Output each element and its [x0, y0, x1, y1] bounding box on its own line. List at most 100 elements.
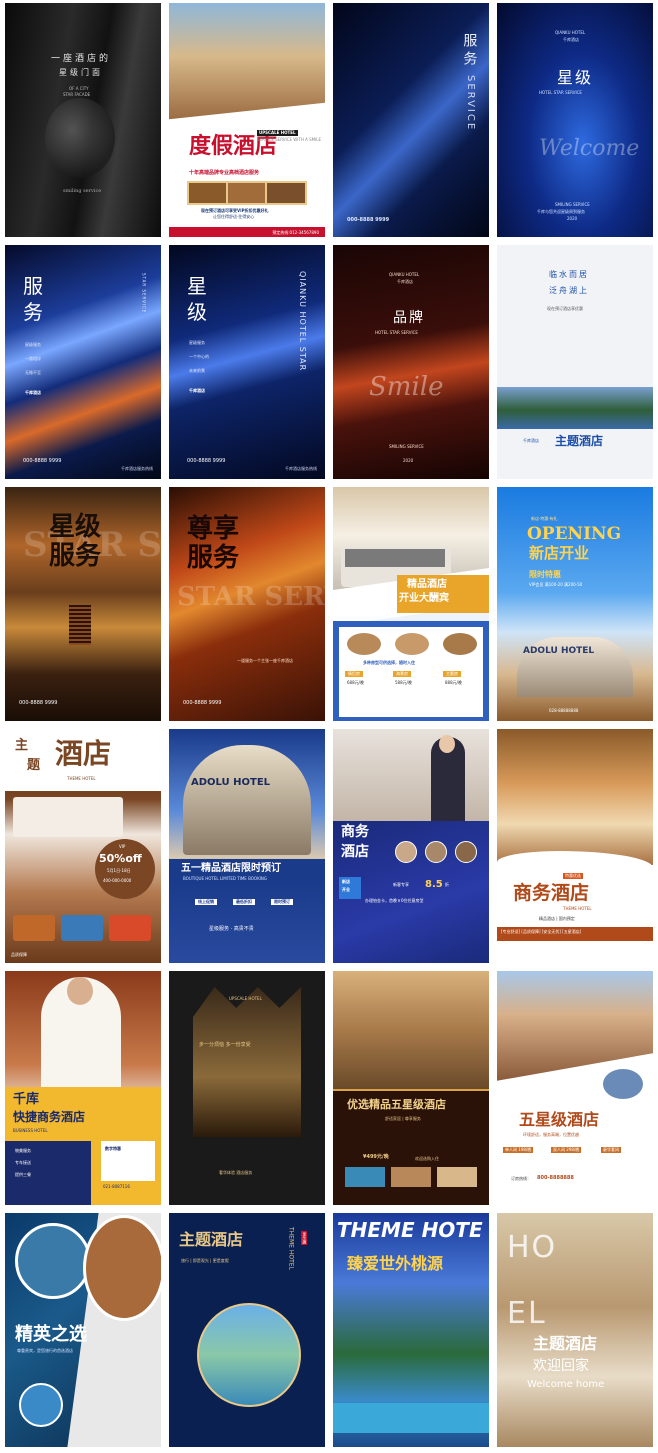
- script-text: Smile: [369, 372, 444, 402]
- script-text: Welcome: [539, 136, 640, 161]
- poster-title-en: BUSINESS HOTEL: [13, 1128, 48, 1133]
- room-price-2: 588元/晚: [395, 680, 412, 685]
- room-price-1: 688元/晚: [347, 680, 364, 685]
- poster-big-en-1: HO: [507, 1230, 558, 1265]
- poster-phone: 预定热线:012-34567890: [272, 229, 319, 235]
- phone-label: 订房热线：: [511, 1176, 531, 1181]
- poster-footer: 奢华体验 酒店服务: [219, 1170, 253, 1175]
- poster-service-navy[interactable]: 服务 SERVICE 000-8888 9999: [333, 3, 489, 237]
- poster-express-business[interactable]: 千库 快捷商务酒店 BUSINESS HOTEL 物美服务 专车接送 提供三餐 …: [5, 971, 161, 1205]
- poster-title: 新店开业: [529, 544, 590, 562]
- poster-title-2: 星级门面: [59, 68, 103, 77]
- poster-lakeside[interactable]: 临水而居 泛舟湖上 现在预订酒店享优惠 主题酒店 千库酒店: [497, 245, 653, 479]
- poster-title: 一座酒店的: [51, 54, 112, 64]
- poster-phone: 000-8888 9999: [187, 458, 226, 464]
- poster-title-en: THEME HOTEL: [287, 1227, 295, 1270]
- poster-line-2: 一个中心的: [189, 354, 209, 359]
- poster-phone: 028-88888888: [549, 708, 579, 713]
- poster-elite-choice[interactable]: 精英之选 尊重贵宾，是您旅行的首选酒店: [5, 1213, 161, 1447]
- poster-subtitle: HOTEL STAR SERVICE: [539, 90, 582, 95]
- poster-footer-en: SMILING SERVICE: [389, 444, 424, 449]
- poster-sub: 限时特惠: [529, 570, 561, 579]
- poster-welcome-home[interactable]: HO EL 主题酒店 欢迎回家 Welcome home: [497, 1213, 653, 1447]
- poster-upscale-dark[interactable]: UPSCALE HOTEL 步一分烦恼 多一份享受 奢华体验 酒店服务: [169, 971, 325, 1205]
- poster-title: 优选精品五星级酒店: [347, 1098, 446, 1111]
- poster-star-service-ink[interactable]: STAR SERVICE 星级服务 000-8888 9999: [5, 487, 161, 721]
- room-thumbnails: [345, 1167, 477, 1187]
- poster-service-streaks[interactable]: 服务 STAR SERVICE 星级服务 一路相伴 无微不至 千库酒店 000-…: [5, 245, 161, 479]
- poster-title: 星级: [557, 68, 594, 87]
- poster-slogan: 十年高端品牌专业高档酒店服务: [189, 170, 260, 176]
- pool-circle: [601, 1067, 645, 1101]
- hotel-sign: ADOLU HOTEL: [523, 646, 595, 656]
- poster-paradise-theme[interactable]: THEME HOTE 臻爱世外桃源: [333, 1213, 489, 1447]
- poster-brand: 千库酒店: [563, 37, 579, 42]
- poster-brand-en: QIANKU HOTEL: [389, 272, 420, 277]
- poster-tag: 享乐趣: [301, 1231, 308, 1245]
- poster-line-3: 未来前景: [189, 368, 205, 373]
- abstract-shape: [45, 98, 115, 178]
- poster-title: 临水而居: [549, 270, 589, 279]
- poster-new-opening[interactable]: 新店·特惠·有礼 OPENING 新店开业 限时特惠 VIP会员 满100-20…: [497, 487, 653, 721]
- poster-title-2: 泛舟湖上: [549, 286, 589, 295]
- poster-line: 星级服务 · 高贵不贵: [209, 926, 254, 932]
- poster-star-level[interactable]: QIANKU HOTEL 千库酒店 星级 HOTEL STAR SERVICE …: [497, 3, 653, 237]
- poster-phone: 000-8888 9999: [347, 217, 390, 223]
- poster-title-2: 题: [27, 758, 41, 773]
- poster-title: 星级服务: [49, 512, 102, 571]
- staff-thumbnails: [395, 841, 479, 863]
- rooms-title: 多种房型可供选择，随时入住: [363, 660, 415, 665]
- gold-line: [333, 1089, 489, 1091]
- poster-subtitle-2: STAR FACADE: [63, 92, 91, 97]
- poster-footer-en: SMILING SERVICE: [555, 202, 590, 207]
- poster-grid: 一座酒店的 星级门面 OF A CITY STAR FACADE smiling…: [0, 0, 658, 1453]
- poster-title: 商务酒店: [513, 882, 590, 904]
- poster-title-1: 主: [15, 738, 29, 753]
- poster-star-facade[interactable]: 一座酒店的 星级门面 OF A CITY STAR FACADE smiling…: [5, 3, 161, 237]
- poster-five-star-selection[interactable]: 优选精品五星级酒店 舒适家居 | 尊享服务 ¥499元/晚 欢迎选购入住: [333, 971, 489, 1205]
- feature-1: 物美服务: [15, 1148, 31, 1153]
- poster-business-hotel-staff[interactable]: 商务 酒店 新店 开业 新客专享 8.5 折 办理铂金卡，首晚￥0住任意房型: [333, 729, 489, 963]
- tag-button-3: 限时预订: [271, 899, 293, 906]
- poster-may-day-booking[interactable]: ADOLU HOTEL 五一精品酒店限时预订 BOUTIQUE HOTEL LI…: [169, 729, 325, 963]
- poster-theme-hotel-pool[interactable]: 主题酒店 THEME HOTEL 享乐趣 旅行 | 即是观光 | 更是度假: [169, 1213, 325, 1447]
- poster-business-hotel-room[interactable]: 特惠优选 商务酒店 THEME HOTEL 精品酒店 | 国内预定 [专业舒适]…: [497, 729, 653, 963]
- vip-label: VIP: [119, 844, 126, 849]
- poster-brand-smile[interactable]: QIANKU HOTEL 千库酒店 品牌 HOTEL STAR SERVICE …: [333, 245, 489, 479]
- poster-brand: 千库酒店: [25, 390, 41, 395]
- poster-star-streaks[interactable]: 星级 QIANKU HOTEL STAR 星级服务 一个中心的 未来前景 千库酒…: [169, 245, 325, 479]
- poster-title-en: THEME HOTE: [337, 1218, 483, 1242]
- poster-title: 五星级酒店: [519, 1110, 600, 1129]
- feature-3: 提供三餐: [15, 1172, 31, 1177]
- room-label-1: 情侣房: [345, 671, 363, 678]
- tag-button-2: 最低折扣: [233, 899, 255, 906]
- poster-subtitle: OF A CITY: [69, 86, 89, 91]
- poster-title: 主题酒店: [533, 1334, 598, 1353]
- poster-line-1: 星级服务: [25, 342, 41, 347]
- poster-theme-hotel-vip[interactable]: 主 题 酒店 THEME HOTEL VIP 50%off 5月1日-18日 4…: [5, 729, 161, 963]
- poster-five-star-hotel[interactable]: 五星级酒店 环境舒适，服务高端，位置优越 单人间 198/晚 双人间 298/晚…: [497, 971, 653, 1205]
- room-label-3: 主题房: [443, 671, 461, 678]
- poster-sub: 旅行 | 即是观光 | 更是度假: [181, 1258, 229, 1263]
- poster-year: 2020: [567, 216, 578, 221]
- room-thumb-3: [443, 633, 477, 655]
- poster-year: 2020: [403, 458, 414, 463]
- room-photo: [497, 729, 653, 865]
- offer-detail: 办理铂金卡，首晚￥0住任意房型: [365, 898, 424, 903]
- room-thumb-1: [347, 633, 381, 655]
- poster-badge: UPSCALE HOTEL: [257, 130, 298, 137]
- poster-title: 品牌: [393, 310, 425, 326]
- poster-title-en: STAR SERVICE: [141, 273, 147, 314]
- poster-phone: 400-000-0000: [103, 878, 132, 883]
- poster-promo-2: 让您住得舒适·住得安心: [213, 214, 255, 219]
- poster-title-en: THEME HOTEL: [563, 906, 592, 911]
- poster-sub: 精品酒店 | 国内预定: [539, 916, 575, 921]
- poster-badge: UPSCALE HOTEL: [229, 996, 262, 1001]
- poster-phone: 000-8888 9999: [19, 700, 58, 706]
- poster-premium-service[interactable]: STAR SERVICE 尊享服务 一道服务一个主张一座千库酒店 000-888…: [169, 487, 325, 721]
- poster-brand: 千库酒店: [189, 388, 205, 393]
- interior-photo: [193, 987, 301, 1137]
- poster-sub: 尊重贵宾，是您旅行的首选酒店: [17, 1348, 73, 1353]
- poster-boutique-opening[interactable]: 精品酒店 开业大酬宾 多种房型可供选择，随时入住 情侣房 海景房 主题房 688…: [333, 487, 489, 721]
- poster-resort-hotel[interactable]: 度假酒店 UPSCALE HOTEL SERVICE SERVICE WITH …: [169, 3, 325, 237]
